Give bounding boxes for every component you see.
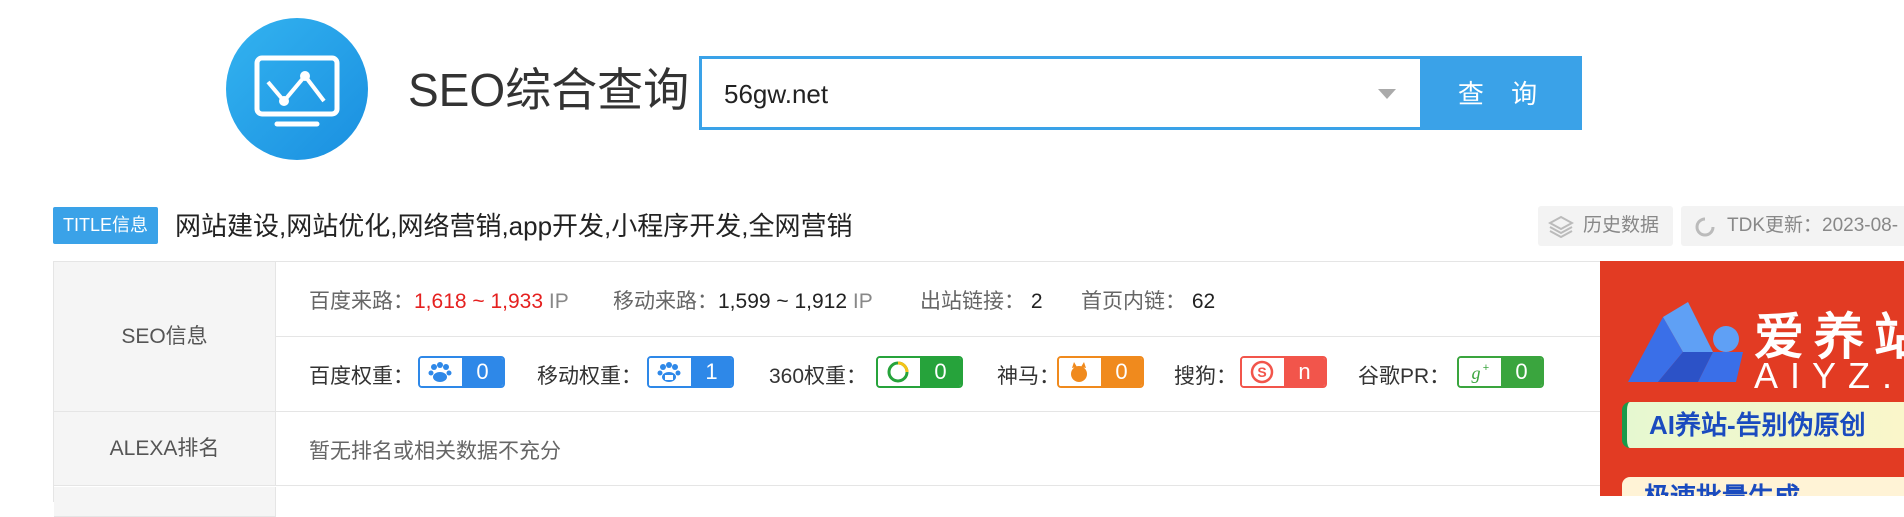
ad-brand-en: AIYZ.AI [1754,355,1904,396]
baidu-traffic-stat: 百度来路：1,618 ~ 1,933 IP [309,285,569,315]
baidu-weight-badge[interactable]: 0 [418,356,505,388]
mobile-traffic-value: 1,599 ~ 1,912 [718,290,848,313]
ad-banner[interactable]: 爱养站 AIYZ.AI AI养站-告别伪原创 极速批量生成 [1600,261,1904,496]
mobile-traffic-stat: 移动来路：1,599 ~ 1,912 IP [613,285,873,315]
google-pr-badge[interactable]: g + 0 [1457,356,1544,388]
shenma-weight-badge[interactable]: 0 [1057,356,1144,388]
chevron-down-icon[interactable] [1378,89,1396,99]
svg-text:+: + [1483,362,1489,374]
google-plus-icon: g + [1459,358,1501,386]
search-input[interactable] [722,59,1366,129]
baidu-traffic-value: 1,618 ~ 1,933 [414,290,544,313]
360-weight-label: 360权重： [769,365,868,388]
svg-text:g: g [1472,363,1481,383]
alexa-label: ALEXA排名 [54,412,276,486]
shenma-icon [1059,358,1101,386]
sogou-icon: S [1242,358,1284,386]
ip-unit: IP [548,290,569,313]
outbound-links-stat[interactable]: 出站链接： 2 [920,285,1043,315]
seo-info-label: SEO信息 [54,262,276,412]
svg-text:S: S [1257,364,1266,380]
monitor-chart-icon [254,55,340,127]
google-pr-value: 0 [1501,358,1542,386]
baidu-mobile-paw-icon [649,358,691,386]
inner-links-value[interactable]: 62 [1192,290,1215,313]
inner-links-label: 首页内链： [1081,290,1186,313]
title-badge: TITLE信息 [53,207,158,244]
shenma-weight-label: 神马： [997,365,1060,388]
mobile-traffic-label: 移动来路： [613,290,718,313]
page-title: SEO综合查询 [408,64,690,116]
360-weight-badge[interactable]: 0 [876,356,963,388]
outbound-value[interactable]: 2 [1031,290,1043,313]
title-text: 网站建设,网站优化,网络营销,app开发,小程序开发,全网营销 [175,211,853,241]
mobile-weight-badge[interactable]: 1 [647,356,734,388]
tdk-update-label: TDK更新：2023-08- [1727,215,1899,236]
refresh-icon [1695,217,1715,237]
aiyz-logo-icon [1628,302,1743,382]
baidu-weight-value: 0 [462,358,503,386]
baidu-weight-label: 百度权重： [309,365,414,388]
tdk-update-button[interactable]: TDK更新：2023-08- [1681,206,1904,246]
shenma-weight-value: 0 [1101,358,1142,386]
inner-links-stat[interactable]: 首页内链： 62 [1081,285,1215,315]
history-data-label: 历史数据 [1583,215,1660,236]
layers-icon [1548,215,1574,238]
history-data-button[interactable]: 历史数据 [1538,206,1673,246]
next-row-label [54,487,276,517]
ad-slogan-2: 极速批量生成 [1622,477,1904,496]
ip-unit: IP [852,290,873,313]
site-logo[interactable] [226,18,368,160]
baidu-paw-icon [420,358,462,386]
mobile-weight-value: 1 [691,358,732,386]
sogou-weight-value: n [1284,358,1325,386]
360-weight-value: 0 [920,358,961,386]
sogou-weight-badge[interactable]: S n [1240,356,1327,388]
baidu-traffic-label: 百度来路： [309,290,414,313]
alexa-value: 暂无排名或相关数据不充分 [309,440,561,463]
search-box[interactable] [699,56,1423,130]
outbound-label: 出站链接： [920,290,1025,313]
360-icon [878,358,920,386]
seo-info-table: SEO信息 百度来路：1,618 ~ 1,933 IP 移动来路：1,599 ~… [53,261,1604,517]
mobile-weight-label: 移动权重： [537,365,642,388]
google-pr-label: 谷歌PR： [1358,365,1451,388]
search-button[interactable]: 查 询 [1423,56,1582,130]
sogou-weight-label: 搜狗： [1174,365,1237,388]
ad-slogan: AI养站-告别伪原创 [1622,402,1904,448]
